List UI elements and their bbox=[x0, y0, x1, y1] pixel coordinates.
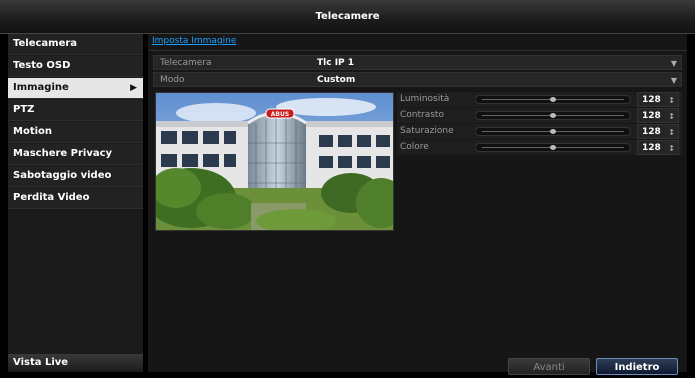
sidebar-item-immagine[interactable]: Immagine ▶ bbox=[8, 78, 143, 99]
slider-row-saturazione: Saturazione 128 ↕ bbox=[397, 124, 682, 139]
sidebar-item-sabotaggio-video[interactable]: Sabotaggio video bbox=[8, 166, 143, 187]
saturation-value-field[interactable]: 128 ↕ bbox=[637, 124, 679, 139]
section-title[interactable]: Imposta Immagine bbox=[152, 36, 236, 46]
dropdown-arrow-icon: ▼ bbox=[670, 76, 677, 85]
saturation-slider[interactable] bbox=[475, 127, 631, 136]
mode-select[interactable]: Modo Custom ▼ bbox=[153, 72, 682, 87]
sidebar-item-ptz[interactable]: PTZ bbox=[8, 100, 143, 121]
camera-label: Telecamera bbox=[160, 58, 212, 68]
sidebar-item-label: Perdita Video bbox=[13, 192, 90, 203]
hue-label: Colore bbox=[400, 142, 429, 152]
brightness-value: 128 bbox=[642, 95, 661, 105]
slider-knob[interactable] bbox=[550, 145, 556, 150]
slider-row-colore: Colore 128 ↕ bbox=[397, 140, 682, 155]
sidebar-item-label: Testo OSD bbox=[13, 60, 71, 71]
main-panel: Imposta Immagine Telecamera Tlc IP 1 ▼ M… bbox=[148, 34, 687, 375]
divider bbox=[148, 50, 687, 51]
slider-knob[interactable] bbox=[550, 113, 556, 118]
mode-label: Modo bbox=[160, 75, 185, 85]
sidebar-item-label: Sabotaggio video bbox=[13, 170, 112, 181]
camera-preview: ABUS bbox=[155, 92, 394, 231]
dropdown-arrow-icon: ▼ bbox=[670, 59, 677, 68]
back-button[interactable]: Indietro bbox=[596, 358, 678, 375]
chevron-right-icon: ▶ bbox=[130, 83, 137, 93]
brightness-slider[interactable] bbox=[475, 95, 631, 104]
spinner-arrows-icon[interactable]: ↕ bbox=[668, 93, 675, 108]
sidebar-item-label: Maschere Privacy bbox=[13, 148, 113, 159]
brightness-value-field[interactable]: 128 ↕ bbox=[637, 92, 679, 107]
hue-slider[interactable] bbox=[475, 143, 631, 152]
sidebar-item-label: Motion bbox=[13, 126, 53, 137]
spinner-arrows-icon[interactable]: ↕ bbox=[668, 109, 675, 124]
sidebar-item-motion[interactable]: Motion bbox=[8, 122, 143, 143]
sidebar-item-label: Immagine bbox=[13, 82, 69, 93]
sidebar-item-label: PTZ bbox=[13, 104, 35, 115]
sidebar-item-testo-osd[interactable]: Testo OSD bbox=[8, 56, 143, 77]
sidebar: Telecamera Testo OSD Immagine ▶ PTZ Motio… bbox=[8, 34, 143, 372]
camera-value: Tlc IP 1 bbox=[317, 58, 355, 68]
spinner-arrows-icon[interactable]: ↕ bbox=[668, 141, 675, 156]
sidebar-item-perdita-video[interactable]: Perdita Video bbox=[8, 188, 143, 209]
spinner-arrows-icon[interactable]: ↕ bbox=[668, 125, 675, 140]
live-view-button[interactable]: Vista Live bbox=[8, 354, 143, 372]
abus-logo: ABUS bbox=[271, 111, 289, 118]
window-title: Telecamere bbox=[0, 0, 695, 34]
next-button[interactable]: Avanti bbox=[508, 358, 590, 375]
hue-value-field[interactable]: 128 ↕ bbox=[637, 140, 679, 155]
slider-knob[interactable] bbox=[550, 97, 556, 102]
slider-row-contrasto: Contrasto 128 ↕ bbox=[397, 108, 682, 123]
contrast-slider[interactable] bbox=[475, 111, 631, 120]
brightness-label: Luminosità bbox=[400, 94, 450, 104]
sidebar-item-telecamera[interactable]: Telecamera bbox=[8, 34, 143, 55]
slider-knob[interactable] bbox=[550, 129, 556, 134]
contrast-label: Contrasto bbox=[400, 110, 444, 120]
camera-select[interactable]: Telecamera Tlc IP 1 ▼ bbox=[153, 55, 682, 70]
contrast-value: 128 bbox=[642, 111, 661, 121]
mode-value: Custom bbox=[317, 75, 356, 85]
saturation-value: 128 bbox=[642, 127, 661, 137]
slider-row-luminosita: Luminosità 128 ↕ bbox=[397, 92, 682, 107]
sidebar-item-maschere-privacy[interactable]: Maschere Privacy bbox=[8, 144, 143, 165]
hue-value: 128 bbox=[642, 143, 661, 153]
saturation-label: Saturazione bbox=[400, 126, 454, 136]
contrast-value-field[interactable]: 128 ↕ bbox=[637, 108, 679, 123]
sidebar-item-label: Telecamera bbox=[13, 38, 78, 49]
preview-image: ABUS bbox=[156, 93, 393, 230]
